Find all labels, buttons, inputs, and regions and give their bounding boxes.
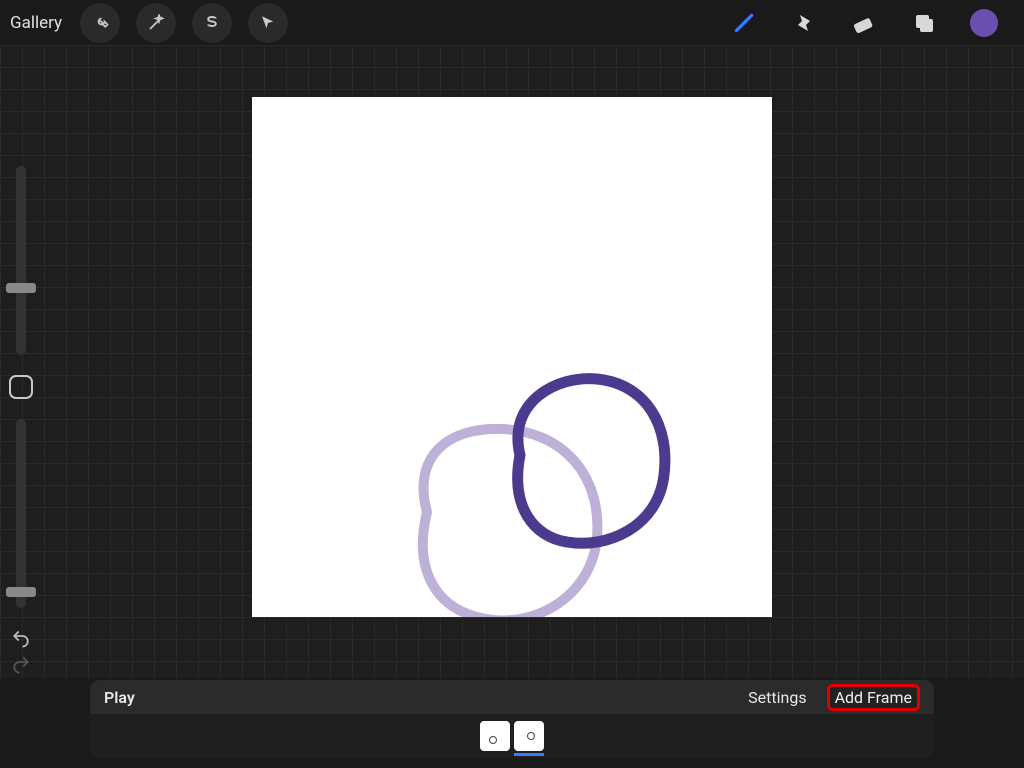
onion-skin-stroke xyxy=(423,428,598,616)
selection-s-icon xyxy=(203,14,221,32)
smudge-tool[interactable] xyxy=(784,3,824,43)
eraser-tool[interactable] xyxy=(844,3,884,43)
selection-button[interactable] xyxy=(192,3,232,43)
undo-icon xyxy=(10,630,32,648)
frame-timeline[interactable] xyxy=(90,714,934,758)
actions-button[interactable] xyxy=(80,3,120,43)
smudge-icon xyxy=(792,11,816,35)
brush-size-slider[interactable] xyxy=(16,166,26,355)
current-stroke xyxy=(518,378,665,543)
layers-icon xyxy=(912,11,936,35)
canvas[interactable] xyxy=(252,97,772,617)
undo-button[interactable] xyxy=(6,626,36,652)
left-rail xyxy=(0,160,42,678)
arrow-cursor-icon xyxy=(259,14,277,32)
play-button[interactable]: Play xyxy=(104,688,135,707)
gallery-link[interactable]: Gallery xyxy=(10,13,62,33)
canvas-area xyxy=(0,45,1024,678)
redo-icon xyxy=(10,656,32,674)
color-swatch-icon xyxy=(970,9,998,37)
add-frame-button[interactable]: Add Frame xyxy=(827,684,920,711)
wand-icon xyxy=(147,14,165,32)
brush-tool[interactable] xyxy=(724,3,764,43)
settings-button[interactable]: Settings xyxy=(748,688,806,707)
layers-button[interactable] xyxy=(904,3,944,43)
animation-panel: Play Settings Add Frame xyxy=(90,680,934,758)
adjustments-button[interactable] xyxy=(136,3,176,43)
transform-button[interactable] xyxy=(248,3,288,43)
modify-button[interactable] xyxy=(9,375,33,399)
canvas-drawing xyxy=(252,97,772,617)
frame-thumb-1[interactable] xyxy=(480,721,510,751)
eraser-icon xyxy=(851,10,877,36)
top-toolbar: Gallery xyxy=(0,0,1024,45)
frame-thumb-2[interactable] xyxy=(514,721,544,751)
opacity-slider[interactable] xyxy=(16,419,26,608)
brush-icon xyxy=(731,10,757,36)
wrench-icon xyxy=(91,14,109,32)
redo-button[interactable] xyxy=(6,652,36,678)
color-picker-button[interactable] xyxy=(964,3,1004,43)
